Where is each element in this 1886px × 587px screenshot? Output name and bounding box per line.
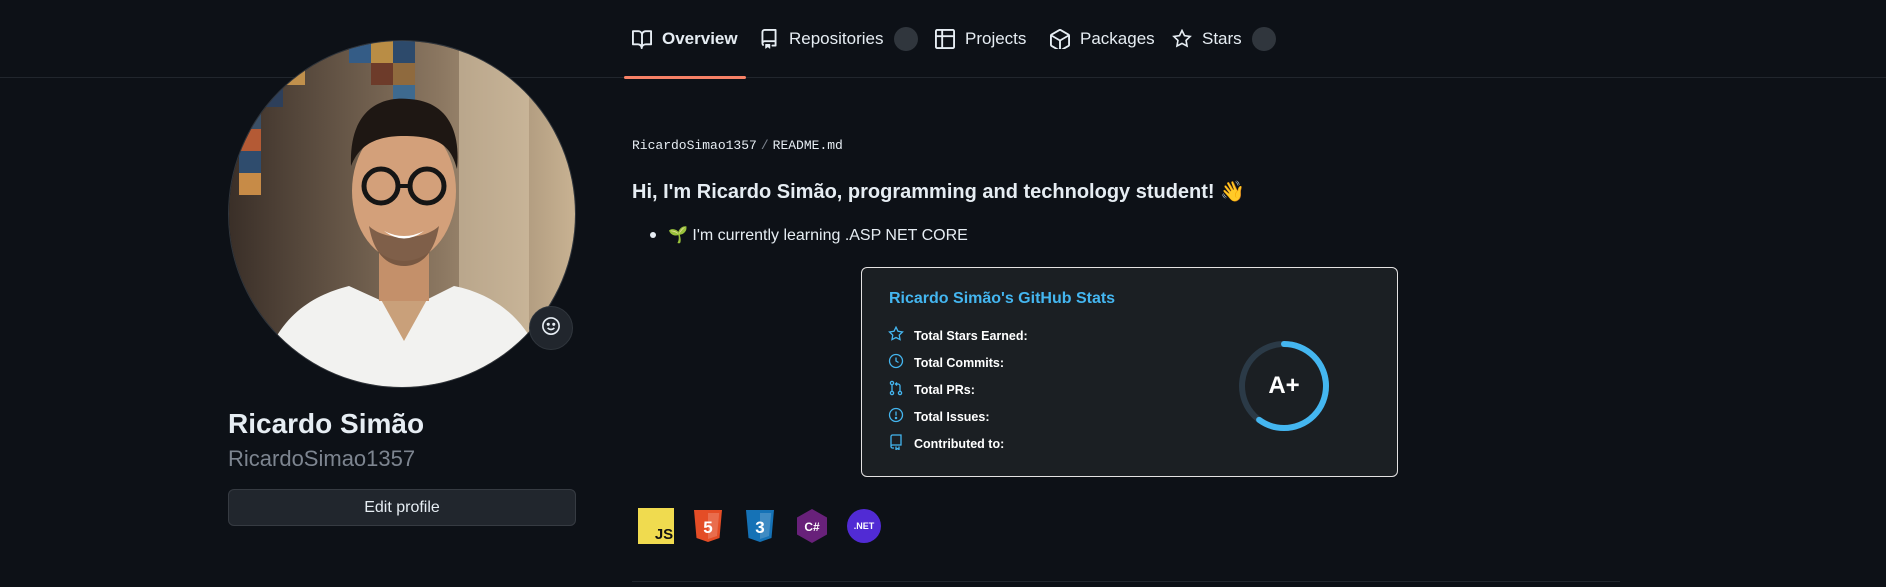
tab-repositories[interactable]: Repositories	[759, 0, 918, 78]
section-divider	[632, 581, 1620, 582]
profile-tab-nav: Overview Repositories Projects Packages …	[0, 0, 1886, 79]
svg-text:.NET: .NET	[854, 521, 875, 531]
stats-card-title: Ricardo Simão's GitHub Stats	[889, 290, 1116, 307]
edit-profile-button[interactable]: Edit profile	[228, 489, 576, 526]
profile-full-name: Ricardo Simão	[228, 408, 425, 439]
stat-label-issues: Total Issues:	[914, 409, 990, 424]
smiley-icon	[541, 316, 561, 341]
stat-label-contributed: Contributed to:	[914, 436, 1005, 451]
readme-file-link[interactable]: README.md	[773, 138, 843, 153]
css3-icon: 3	[742, 508, 778, 544]
tab-stars[interactable]: Stars	[1172, 0, 1276, 78]
readme-breadcrumb: RicardoSimao1357/README.md	[632, 138, 843, 153]
star-icon	[888, 325, 904, 345]
tab-overview[interactable]: Overview	[624, 0, 746, 79]
tab-repositories-label: Repositories	[789, 29, 884, 48]
tab-stars-label: Stars	[1202, 29, 1242, 48]
stat-label-stars: Total Stars Earned:	[914, 328, 1028, 343]
stat-row-contributed: Contributed to:	[888, 434, 1004, 453]
set-status-button[interactable]	[529, 306, 573, 350]
tab-overview-label: Overview	[662, 29, 738, 48]
dotnet-icon: .NET	[846, 508, 882, 544]
bullet-dot	[650, 232, 656, 238]
history-icon	[888, 353, 904, 372]
readme-heading: Hi, I'm Ricardo Simão, programming and t…	[632, 181, 1246, 203]
readme-owner-link[interactable]: RicardoSimao1357	[632, 138, 757, 153]
profile-username: RicardoSimao1357	[228, 446, 416, 471]
csharp-icon: C#	[794, 508, 830, 544]
tab-packages[interactable]: Packages	[1050, 0, 1155, 78]
avatar-photo	[229, 41, 575, 387]
stat-label-commits: Total Commits:	[914, 355, 1005, 370]
stat-row-stars: Total Stars Earned:	[888, 325, 1028, 345]
pull-request-icon	[888, 380, 904, 399]
table-icon	[935, 29, 955, 49]
javascript-icon: JS	[638, 508, 674, 544]
stat-row-commits: Total Commits:	[888, 353, 1004, 372]
svg-text:5: 5	[703, 518, 712, 537]
stars-count-badge	[1251, 27, 1276, 51]
package-icon	[1050, 29, 1070, 49]
github-stats-card[interactable]: Ricardo Simão's GitHub Stats Total Stars…	[861, 267, 1398, 477]
tab-packages-label: Packages	[1080, 29, 1155, 48]
readme-list-item: 🌱 I'm currently learning .ASP NET CORE	[650, 225, 968, 245]
svg-text:C#: C#	[804, 520, 820, 534]
repo-icon	[888, 434, 904, 453]
tab-projects[interactable]: Projects	[935, 0, 1026, 78]
repositories-count-badge	[893, 27, 918, 51]
issue-icon	[888, 407, 904, 426]
readme-list-item-text: 🌱 I'm currently learning .ASP NET CORE	[668, 227, 968, 244]
star-icon	[1172, 29, 1192, 49]
tab-projects-label: Projects	[965, 29, 1027, 48]
avatar[interactable]	[228, 40, 576, 388]
svg-text:JS: JS	[655, 526, 673, 543]
repo-icon	[759, 29, 779, 49]
rank-grade: A+	[1268, 372, 1300, 399]
stat-row-prs: Total PRs:	[888, 380, 975, 399]
svg-text:3: 3	[755, 518, 764, 537]
stat-row-issues: Total Issues:	[888, 407, 989, 426]
book-icon	[632, 29, 652, 49]
stat-label-prs: Total PRs:	[914, 382, 975, 397]
html5-icon: 5	[690, 508, 726, 544]
